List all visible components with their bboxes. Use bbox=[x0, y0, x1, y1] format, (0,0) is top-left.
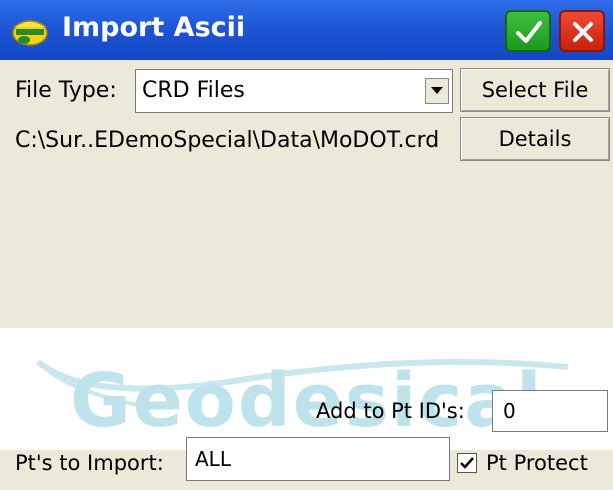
select-file-button[interactable]: Select File bbox=[460, 68, 610, 112]
file-type-label: File Type: bbox=[15, 78, 117, 103]
details-button[interactable]: Details bbox=[460, 117, 610, 161]
title-bar: Import Ascii bbox=[0, 0, 613, 60]
chevron-down-icon bbox=[431, 87, 443, 94]
pts-to-import-label: Pt's to Import: bbox=[15, 451, 164, 475]
file-type-select[interactable]: CRD Files bbox=[135, 69, 453, 113]
window-title: Import Ascii bbox=[62, 12, 246, 43]
add-to-pt-ids-value: 0 bbox=[503, 399, 516, 423]
accept-button[interactable] bbox=[505, 10, 551, 52]
pt-protect-label: Pt Protect bbox=[486, 451, 588, 475]
surveyor-helmet-icon bbox=[10, 13, 50, 47]
close-icon bbox=[573, 22, 593, 42]
pts-to-import-value: ALL bbox=[195, 447, 231, 471]
file-path: C:\Sur..EDemoSpecial\Data\MoDOT.crd bbox=[15, 128, 440, 153]
geodesical-watermark-logo: Geodesical bbox=[70, 358, 544, 444]
checkmark-icon bbox=[460, 457, 474, 469]
pt-protect-checkbox[interactable] bbox=[457, 453, 477, 473]
close-button[interactable] bbox=[559, 10, 605, 52]
dropdown-button[interactable] bbox=[425, 78, 449, 104]
check-icon bbox=[516, 21, 542, 43]
file-type-value: CRD Files bbox=[142, 78, 245, 103]
pts-to-import-input[interactable]: ALL bbox=[186, 437, 450, 481]
add-to-pt-ids-input[interactable]: 0 bbox=[492, 390, 608, 432]
add-to-pt-ids-label: Add to Pt ID's: bbox=[316, 399, 465, 423]
